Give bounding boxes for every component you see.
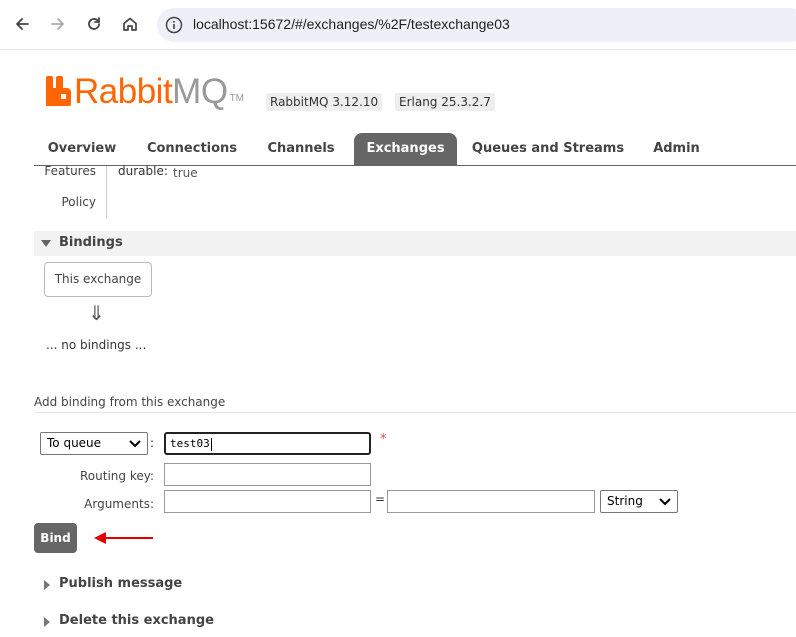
chevron-down-icon xyxy=(659,498,671,506)
logo-text: RabbitMQ xyxy=(74,72,228,111)
argument-value-input[interactable] xyxy=(387,490,595,513)
bindings-section-header[interactable]: Bindings xyxy=(34,231,796,256)
tab-exchanges[interactable]: Exchanges xyxy=(354,133,457,165)
publish-message-section[interactable]: Publish message xyxy=(34,575,534,595)
arguments-label: Arguments: xyxy=(84,497,154,511)
this-exchange-box: This exchange xyxy=(44,262,152,297)
destination-name-input[interactable]: test03 xyxy=(164,432,371,455)
durable-value: true xyxy=(173,166,198,180)
tab-queues-and-streams[interactable]: Queues and Streams xyxy=(467,133,629,165)
triangle-right-icon xyxy=(44,617,50,627)
routing-key-label: Routing key: xyxy=(80,469,154,483)
logo-trademark: TM xyxy=(229,93,245,104)
browser-toolbar: localhost:15672/#/exchanges/%2F/testexch… xyxy=(0,0,796,50)
destination-type-select[interactable]: To queue xyxy=(40,432,148,455)
tab-channels[interactable]: Channels xyxy=(259,133,343,165)
equals-sign: = xyxy=(375,492,386,506)
double-arrow-down-icon: ⇓ xyxy=(88,301,105,325)
required-marker: * xyxy=(380,432,387,447)
rabbit-logo-icon xyxy=(45,76,71,106)
red-arrow-annotation-icon xyxy=(94,532,153,544)
destination-type-value: To queue xyxy=(47,436,102,450)
delete-exchange-section[interactable]: Delete this exchange xyxy=(34,612,534,632)
colon-separator: : xyxy=(150,436,155,450)
main-nav-tabs: Overview Connections Channels Exchanges … xyxy=(34,133,796,166)
routing-key-input[interactable] xyxy=(164,463,371,486)
arrow-left-icon[interactable] xyxy=(9,11,35,37)
policy-label: Policy xyxy=(61,195,96,209)
rabbitmq-logo[interactable]: RabbitMQ TM xyxy=(45,74,244,110)
add-binding-title: Add binding from this exchange xyxy=(34,395,226,409)
erlang-version-badge: Erlang 25.3.2.7 xyxy=(395,93,495,111)
delete-exchange-title: Delete this exchange xyxy=(59,613,214,628)
arrow-right-icon[interactable] xyxy=(45,11,71,37)
destination-name-value: test03 xyxy=(170,437,210,450)
add-binding-divider xyxy=(34,412,796,413)
tab-connections[interactable]: Connections xyxy=(137,133,247,165)
features-divider xyxy=(106,166,107,218)
reload-icon[interactable] xyxy=(81,11,107,37)
address-bar[interactable]: localhost:15672/#/exchanges/%2F/testexch… xyxy=(157,8,796,42)
rabbitmq-version-badge: RabbitMQ 3.12.10 xyxy=(266,93,383,111)
publish-message-title: Publish message xyxy=(59,576,183,591)
tab-overview[interactable]: Overview xyxy=(38,133,126,165)
bind-button[interactable]: Bind xyxy=(34,523,77,553)
text-caret xyxy=(210,437,212,451)
tab-admin[interactable]: Admin xyxy=(640,133,713,165)
site-info-icon[interactable] xyxy=(165,16,183,34)
argument-key-input[interactable] xyxy=(164,490,371,513)
home-icon[interactable] xyxy=(117,11,143,37)
durable-key: durable: xyxy=(118,164,168,178)
triangle-down-icon xyxy=(41,240,51,247)
no-bindings-text: ... no bindings ... xyxy=(46,338,147,352)
argument-type-select[interactable]: String xyxy=(600,490,678,513)
url-text[interactable]: localhost:15672/#/exchanges/%2F/testexch… xyxy=(193,16,510,32)
triangle-right-icon xyxy=(44,580,50,590)
bindings-title: Bindings xyxy=(59,235,123,250)
chevron-down-icon xyxy=(129,440,141,448)
features-label: Features xyxy=(44,164,96,178)
argument-type-value: String xyxy=(607,494,643,508)
